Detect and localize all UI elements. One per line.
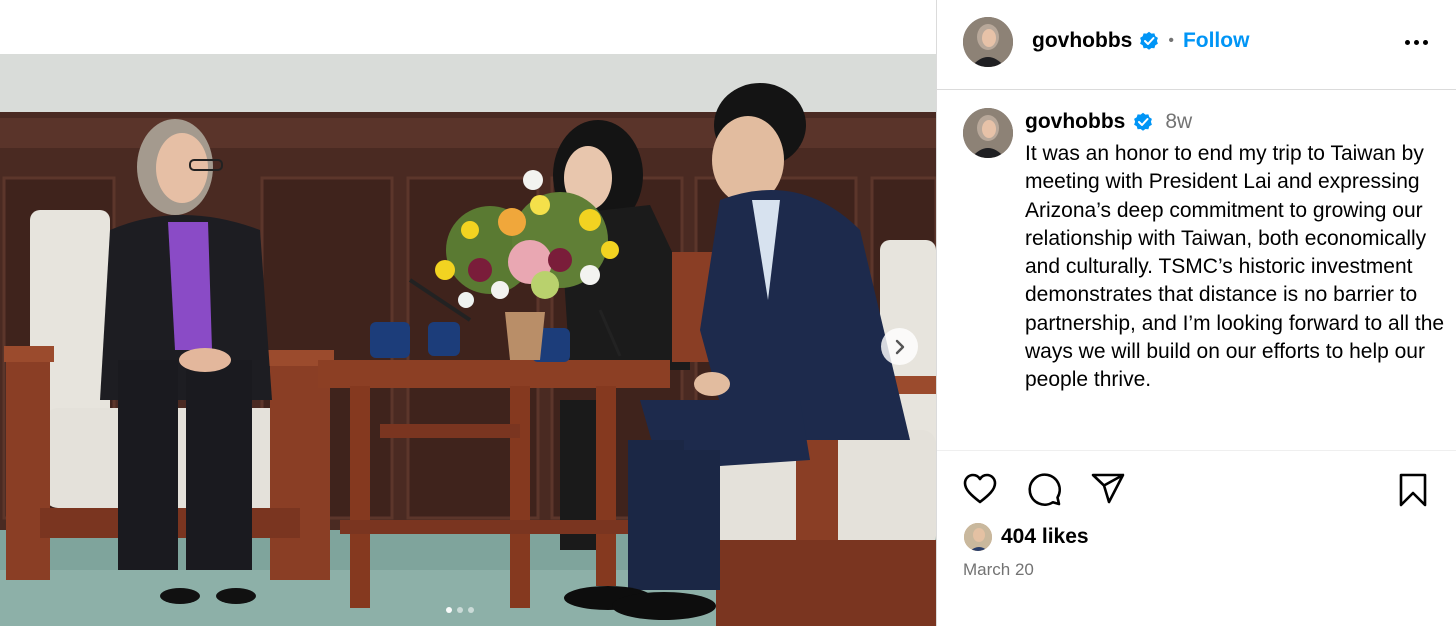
carousel-dot xyxy=(468,607,474,613)
likes-count[interactable]: 404 likes xyxy=(1001,525,1089,549)
carousel-dot xyxy=(446,607,452,613)
carousel-indicator xyxy=(446,607,474,613)
post-header: govhobbs • Follow xyxy=(937,0,1456,90)
share-icon[interactable] xyxy=(1089,470,1127,508)
verified-badge-icon xyxy=(1140,31,1159,50)
caption-avatar[interactable] xyxy=(963,108,1013,158)
author-username[interactable]: govhobbs xyxy=(1032,29,1132,53)
likes-row: 404 likes xyxy=(963,522,1089,552)
more-options-icon[interactable] xyxy=(1401,30,1431,54)
comment-icon[interactable] xyxy=(1025,470,1063,508)
caption-username[interactable]: govhobbs xyxy=(1025,110,1125,134)
liker-avatar[interactable] xyxy=(963,522,993,552)
post-date[interactable]: March 20 xyxy=(963,560,1034,580)
follow-button[interactable]: Follow xyxy=(1183,29,1250,53)
verified-badge-icon xyxy=(1134,112,1153,131)
bookmark-icon[interactable] xyxy=(1395,472,1431,508)
separator-dot: • xyxy=(1168,32,1174,49)
action-bar xyxy=(961,470,1127,508)
author-avatar[interactable] xyxy=(963,17,1013,67)
post-photo xyxy=(0,0,936,626)
post-sidebar: govhobbs • Follow govhobbs 8w It was an … xyxy=(936,0,1456,626)
next-slide-button[interactable] xyxy=(881,328,918,365)
chevron-right-icon xyxy=(895,339,904,354)
caption-text: It was an honor to end my trip to Taiwan… xyxy=(1025,142,1445,392)
post-media[interactable] xyxy=(0,0,936,626)
carousel-dot xyxy=(457,607,463,613)
divider xyxy=(937,450,1456,451)
heart-icon[interactable] xyxy=(961,470,999,508)
post-age[interactable]: 8w xyxy=(1165,110,1192,134)
